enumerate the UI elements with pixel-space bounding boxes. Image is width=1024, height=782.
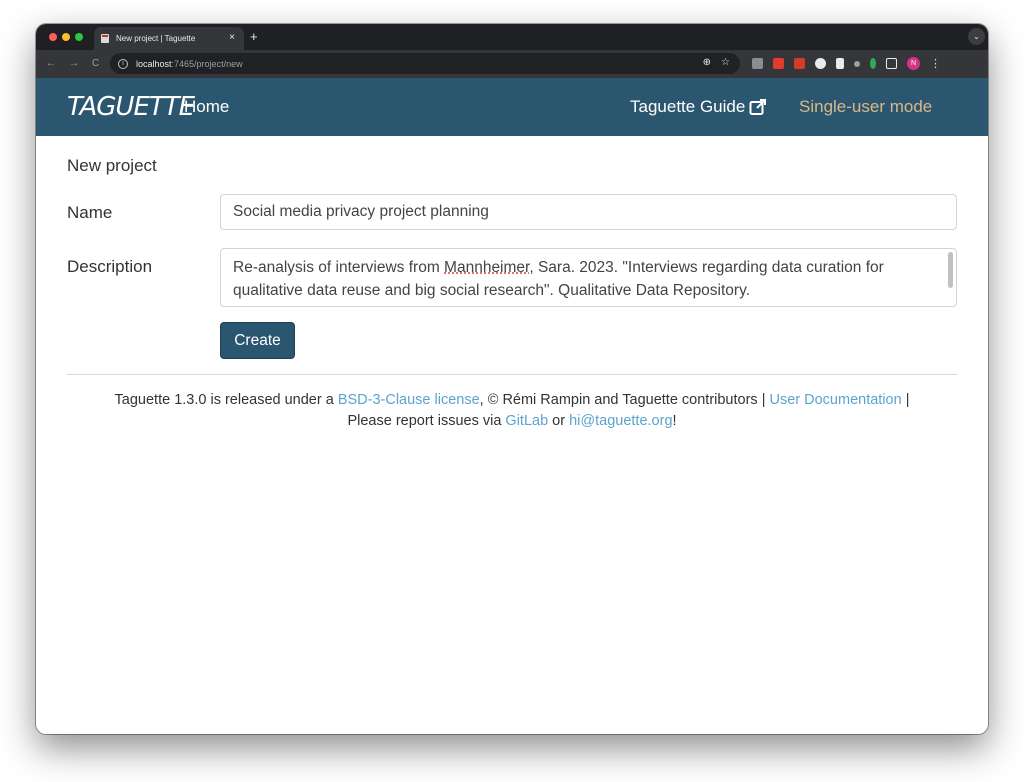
address-bar[interactable]: i localhost :7465/project/new ⊕ ☆ bbox=[110, 53, 740, 74]
footer-line-2: Please report issues via GitLab or hi@ta… bbox=[67, 411, 957, 432]
description-textarea[interactable]: Re-analysis of interviews from Mannheime… bbox=[220, 248, 957, 307]
nav-guide-label: Taguette Guide bbox=[630, 97, 746, 116]
footer-text: | bbox=[901, 392, 910, 408]
minimize-window-button[interactable] bbox=[62, 33, 70, 41]
window-controls bbox=[49, 33, 83, 41]
zoom-icon[interactable]: ⊕ bbox=[703, 57, 711, 68]
close-window-button[interactable] bbox=[49, 33, 57, 41]
textarea-scrollbar[interactable] bbox=[948, 252, 953, 288]
bookmark-star-icon[interactable]: ☆ bbox=[721, 57, 730, 68]
extension-4-icon[interactable] bbox=[815, 58, 826, 69]
tab-strip: New project | Taguette × + ⌄ bbox=[36, 24, 988, 50]
zoom-window-button[interactable] bbox=[75, 33, 83, 41]
email-link[interactable]: hi@taguette.org bbox=[569, 413, 672, 429]
name-label: Name bbox=[67, 203, 113, 222]
app-navbar: TAGUETTE Home Taguette Guide Single-user… bbox=[36, 78, 988, 136]
create-button[interactable]: Create bbox=[220, 322, 295, 359]
browser-menu-icon[interactable]: ⋮ bbox=[930, 57, 941, 70]
extension-7-icon[interactable] bbox=[870, 58, 876, 69]
tab-close-icon[interactable]: × bbox=[229, 32, 235, 43]
browser-window: New project | Taguette × + ⌄ ← → C i loc… bbox=[36, 24, 988, 734]
back-button[interactable]: ← bbox=[46, 58, 56, 69]
extension-3-icon[interactable] bbox=[794, 58, 805, 69]
pdf-extension-icon[interactable] bbox=[773, 58, 784, 69]
nav-guide-link[interactable]: Taguette Guide bbox=[630, 97, 767, 117]
forward-button[interactable]: → bbox=[69, 58, 79, 69]
single-user-mode-link[interactable]: Single-user mode bbox=[799, 97, 932, 117]
url-host: localhost bbox=[136, 58, 172, 69]
brand-logo[interactable]: TAGUETTE bbox=[67, 92, 195, 122]
footer-text: , © Rémi Rampin and Taguette contributor… bbox=[479, 392, 770, 408]
gitlab-link[interactable]: GitLab bbox=[505, 413, 548, 429]
footer-text: Please report issues via bbox=[347, 413, 506, 429]
license-link[interactable]: BSD-3-Clause license bbox=[338, 392, 480, 408]
description-text-prefix: Re-analysis of interviews from bbox=[233, 259, 445, 276]
nav-home-link[interactable]: Home bbox=[184, 97, 229, 117]
divider bbox=[67, 374, 957, 375]
extension-6-icon[interactable] bbox=[854, 60, 860, 67]
extension-5-icon[interactable] bbox=[836, 58, 844, 69]
footer-text: ! bbox=[672, 413, 677, 429]
extension-1-icon[interactable] bbox=[752, 58, 763, 69]
user-documentation-link[interactable]: User Documentation bbox=[770, 392, 902, 408]
extensions-bar: N ⋮ bbox=[752, 57, 941, 70]
favicon-icon bbox=[101, 34, 109, 43]
footer: Taguette 1.3.0 is released under a BSD-3… bbox=[67, 390, 957, 432]
description-label: Description bbox=[67, 257, 153, 276]
description-text-misspelled: Mannheimer bbox=[444, 259, 530, 276]
footer-text: Taguette 1.3.0 is released under a bbox=[114, 392, 338, 408]
tab-active[interactable]: New project | Taguette × bbox=[94, 27, 244, 50]
footer-line-1: Taguette 1.3.0 is released under a BSD-3… bbox=[67, 390, 957, 411]
tab-search-button[interactable]: ⌄ bbox=[968, 28, 985, 45]
name-input-value: Social media privacy project planning bbox=[233, 203, 489, 220]
profile-avatar[interactable]: N bbox=[907, 57, 920, 70]
tab-title: New project | Taguette bbox=[116, 34, 196, 43]
url-path: :7465/project/new bbox=[171, 58, 243, 69]
site-info-icon[interactable]: i bbox=[118, 58, 128, 69]
extensions-puzzle-icon[interactable] bbox=[886, 58, 897, 69]
reload-button[interactable]: C bbox=[92, 58, 99, 69]
new-tab-button[interactable]: + bbox=[250, 29, 258, 44]
browser-toolbar: ← → C i localhost :7465/project/new ⊕ ☆ … bbox=[36, 50, 988, 78]
page-title: New project bbox=[67, 156, 157, 175]
external-link-icon bbox=[749, 99, 767, 115]
footer-text: or bbox=[548, 413, 570, 429]
name-input[interactable]: Social media privacy project planning bbox=[220, 194, 957, 230]
